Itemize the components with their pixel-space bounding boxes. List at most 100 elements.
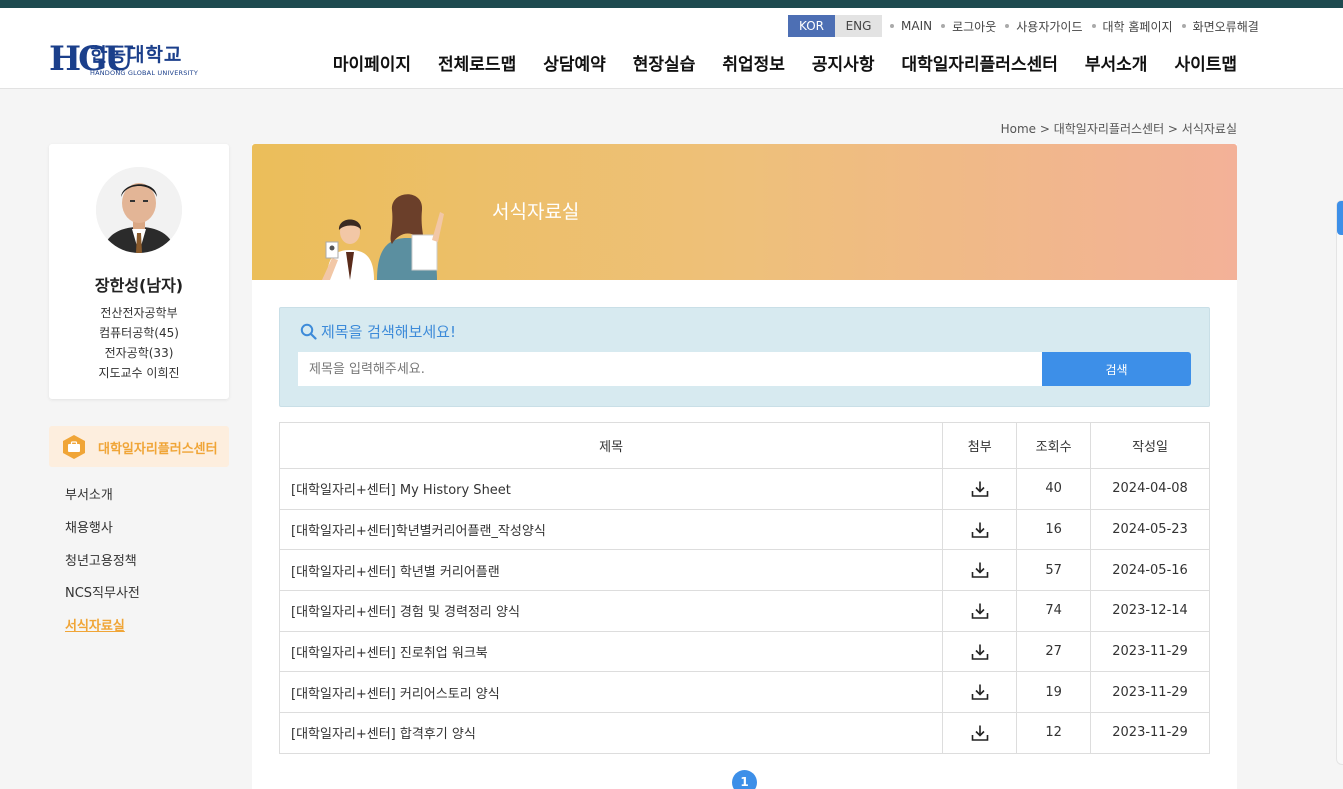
profile-department: 전산전자공학부 xyxy=(100,306,178,320)
nav-item-sitemap[interactable]: 사이트맵 xyxy=(1174,50,1237,75)
row-views: 40 xyxy=(1016,468,1092,510)
avatar xyxy=(94,165,184,255)
profile-major-1: 컴퓨터공학(45) xyxy=(99,326,179,340)
search-panel: 제목을 검색해보세요! 검색 xyxy=(279,307,1210,407)
nav-item-mypage[interactable]: 마이페이지 xyxy=(333,50,411,75)
row-title-link[interactable]: [대학일자리+센터] 학년별 커리어플랜 xyxy=(278,549,944,592)
row-title-link[interactable]: [대학일자리+센터] 커리어스토리 양식 xyxy=(278,671,944,714)
nav-item-job-center[interactable]: 대학일자리플러스센터 xyxy=(901,50,1057,75)
row-date: 2023-11-29 xyxy=(1090,712,1210,754)
side-quick-panel[interactable] xyxy=(1336,200,1343,765)
util-link-university-home[interactable]: 대학 홈페이지 xyxy=(1103,18,1173,35)
row-attachment[interactable] xyxy=(942,468,1018,510)
search-title: 제목을 검색해보세요! xyxy=(300,321,456,342)
table-row[interactable]: [대학일자리+센터] 경험 및 경력정리 양식 74 2023-12-14 xyxy=(278,590,1210,632)
nav-item-notices[interactable]: 공지사항 xyxy=(812,50,875,75)
nav-item-departments[interactable]: 부서소개 xyxy=(1085,50,1148,75)
student-photo-icon xyxy=(96,167,182,253)
bullet-icon xyxy=(1181,24,1186,28)
row-attachment[interactable] xyxy=(942,712,1018,754)
row-title-link[interactable]: [대학일자리+센터] 진로취업 워크북 xyxy=(278,630,944,673)
search-input[interactable] xyxy=(298,352,1043,386)
download-icon[interactable] xyxy=(971,602,989,620)
column-header-views: 조회수 xyxy=(1016,422,1092,469)
row-views: 57 xyxy=(1016,549,1092,592)
download-icon[interactable] xyxy=(971,643,989,661)
table-row[interactable]: [대학일자리+센터] 합격후기 양식 12 2023-11-29 xyxy=(278,712,1210,754)
nav-item-jobs[interactable]: 취업정보 xyxy=(722,50,785,75)
search-button[interactable]: 검색 xyxy=(1042,352,1191,386)
main-content: 서식자료실 제목을 검색해보세요! 검색 제목 첨부 조회수 작성일 [대학일자… xyxy=(252,144,1237,789)
university-logo[interactable]: HGU 한동대학교 HANDONG GLOBAL UNIVERSITY xyxy=(49,38,198,84)
briefcase-icon xyxy=(63,435,85,459)
row-attachment[interactable] xyxy=(942,549,1018,592)
site-header: HGU 한동대학교 HANDONG GLOBAL UNIVERSITY KOR … xyxy=(0,8,1343,89)
row-views: 12 xyxy=(1016,712,1092,754)
column-header-title: 제목 xyxy=(278,422,944,469)
table-header-row: 제목 첨부 조회수 작성일 xyxy=(278,422,1210,469)
download-icon[interactable] xyxy=(971,521,989,539)
lang-kor-button[interactable]: KOR xyxy=(788,15,835,37)
side-nav-item-forms[interactable]: 서식자료실 xyxy=(65,615,125,634)
download-icon[interactable] xyxy=(971,480,989,498)
row-date: 2023-11-29 xyxy=(1090,671,1210,714)
lang-eng-button[interactable]: ENG xyxy=(835,15,882,37)
logo-english-name: HANDONG GLOBAL UNIVERSITY xyxy=(90,69,199,77)
row-views: 74 xyxy=(1016,590,1092,632)
side-nav-item-departments[interactable]: 부서소개 xyxy=(65,484,113,503)
side-nav-item-ncs[interactable]: NCS직무사전 xyxy=(65,582,140,601)
util-link-user-guide[interactable]: 사용자가이드 xyxy=(1016,18,1082,35)
row-date: 2024-04-08 xyxy=(1090,468,1210,510)
table-row[interactable]: [대학일자리+센터]학년별커리어플랜_작성양식 16 2024-05-23 xyxy=(278,508,1210,551)
logo-korean-name: 한동대학교 xyxy=(90,44,183,66)
side-nav-title[interactable]: 대학일자리플러스센터 xyxy=(49,426,229,467)
table-row[interactable]: [대학일자리+센터] 학년별 커리어플랜 57 2024-05-16 xyxy=(278,549,1210,592)
table-row[interactable]: [대학일자리+센터] 진로취업 워크북 27 2023-11-29 xyxy=(278,630,1210,673)
profile-advisor: 지도교수 이희진 xyxy=(98,366,180,380)
row-attachment[interactable] xyxy=(942,590,1018,632)
download-icon[interactable] xyxy=(971,561,989,579)
forms-table: 제목 첨부 조회수 작성일 [대학일자리+센터] My History Shee… xyxy=(278,422,1210,754)
download-icon[interactable] xyxy=(971,724,989,742)
table-row[interactable]: [대학일자리+센터] My History Sheet 40 2024-04-08 xyxy=(278,468,1210,510)
people-illustration-icon xyxy=(322,194,444,280)
pagination-page-current[interactable]: 1 xyxy=(732,770,757,789)
util-link-main[interactable]: MAIN xyxy=(901,19,932,33)
breadcrumb: Home > 대학일자리플러스센터 > 서식자료실 xyxy=(1000,122,1237,136)
column-header-attachment: 첨부 xyxy=(942,422,1018,469)
nav-item-fieldwork[interactable]: 현장실습 xyxy=(633,50,696,75)
download-icon[interactable] xyxy=(971,683,989,701)
search-title-text: 제목을 검색해보세요! xyxy=(321,323,456,341)
row-attachment[interactable] xyxy=(942,508,1018,551)
row-date: 2024-05-23 xyxy=(1090,508,1210,551)
row-title-link[interactable]: [대학일자리+센터] 경험 및 경력정리 양식 xyxy=(278,590,944,632)
nav-item-roadmap[interactable]: 전체로드맵 xyxy=(438,50,516,75)
bullet-icon xyxy=(941,24,946,28)
row-date: 2023-11-29 xyxy=(1090,630,1210,673)
row-title-link[interactable]: [대학일자리+센터] My History Sheet xyxy=(278,468,944,510)
bullet-icon xyxy=(1005,24,1010,28)
bullet-icon xyxy=(890,24,894,28)
table-row[interactable]: [대학일자리+센터] 커리어스토리 양식 19 2023-11-29 xyxy=(278,671,1210,714)
page-title: 서식자료실 xyxy=(492,201,580,223)
profile-major-2: 전자공학(33) xyxy=(104,346,174,360)
side-nav-item-youth-policy[interactable]: 청년고용정책 xyxy=(65,550,137,569)
utility-links: MAIN 로그아웃 사용자가이드 대학 홈페이지 화면오류해결 xyxy=(890,15,1268,37)
row-title-link[interactable]: [대학일자리+센터] 합격후기 양식 xyxy=(278,712,944,754)
side-nav-title-label: 대학일자리플러스센터 xyxy=(98,442,218,457)
row-attachment[interactable] xyxy=(942,671,1018,714)
util-link-screen-error[interactable]: 화면오류해결 xyxy=(1193,18,1259,35)
bullet-icon xyxy=(1091,24,1096,28)
column-header-date: 작성일 xyxy=(1090,422,1210,469)
row-title-link[interactable]: [대학일자리+센터]학년별커리어플랜_작성양식 xyxy=(278,508,944,551)
row-views: 19 xyxy=(1016,671,1092,714)
side-nav-item-recruiting-events[interactable]: 채용행사 xyxy=(65,517,113,536)
profile-card: 장한성(남자) 전산전자공학부 컴퓨터공학(45) 전자공학(33) 지도교수 … xyxy=(49,144,229,399)
nav-item-counseling[interactable]: 상담예약 xyxy=(543,50,606,75)
util-link-logout[interactable]: 로그아웃 xyxy=(952,18,996,35)
row-date: 2023-12-14 xyxy=(1090,590,1210,632)
quick-panel-handle[interactable] xyxy=(1337,201,1343,235)
row-views: 16 xyxy=(1016,508,1092,551)
row-attachment[interactable] xyxy=(942,630,1018,673)
row-date: 2024-05-16 xyxy=(1090,549,1210,592)
